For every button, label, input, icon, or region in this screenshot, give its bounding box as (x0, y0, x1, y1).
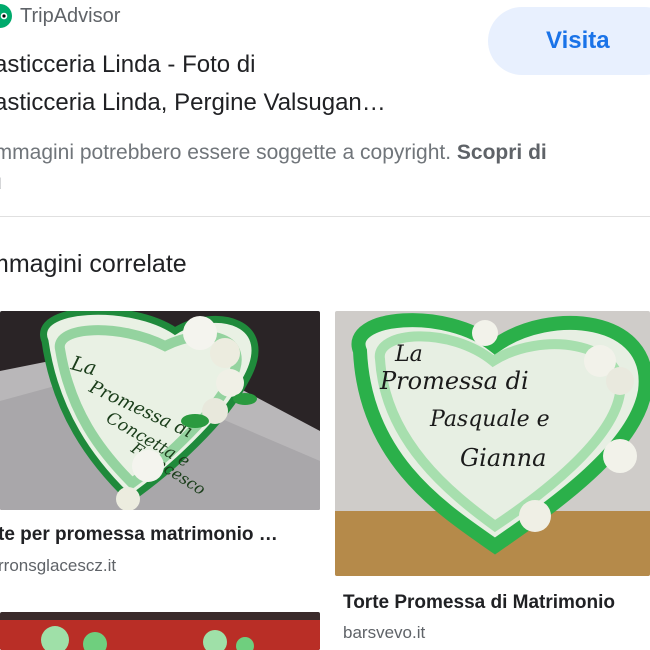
source-name: TripAdvisor (20, 4, 121, 27)
related-image-title: te per promessa matrimonio … (0, 524, 278, 545)
image-result-page: TripAdvisor Visita asticceria Linda - Fo… (0, 0, 650, 650)
svg-text:Promessa di: Promessa di (379, 367, 529, 395)
related-image-card-1[interactable]: La Promessa di Concetta e Francesco te p… (0, 311, 320, 581)
learn-more-link[interactable]: Scopri di (457, 141, 547, 164)
result-title-line2: asticceria Linda, Pergine Valsugan… (0, 89, 386, 116)
related-image-thumbnail[interactable] (0, 612, 320, 650)
related-image-card-2[interactable]: La Promessa di Pasquale e Gianna Torte P… (335, 311, 650, 650)
svg-text:La: La (394, 342, 423, 367)
svg-text:Pasquale e: Pasquale e (429, 407, 550, 432)
copyright-text: immagini potrebbero essere soggette a co… (0, 141, 457, 164)
result-title-line1: asticceria Linda - Foto di (0, 51, 256, 78)
related-image-card-3[interactable] (0, 612, 320, 650)
copyright-text-line2: ù (0, 168, 650, 198)
svg-text:Gianna: Gianna (460, 444, 546, 472)
visit-button-label: Visita (546, 27, 610, 54)
related-image-title: Torte Promessa di Matrimonio (343, 592, 616, 613)
related-images-heading: mmagini correlate (0, 250, 187, 278)
tripadvisor-owl-icon (0, 4, 12, 28)
related-image-source: rronsglacescz.it (0, 556, 117, 575)
related-image-thumbnail[interactable]: La Promessa di Concetta e Francesco (0, 311, 320, 510)
related-image-thumbnail[interactable]: La Promessa di Pasquale e Gianna (335, 311, 650, 576)
source-row[interactable]: TripAdvisor (0, 4, 120, 28)
copyright-notice: immagini potrebbero essere soggette a co… (0, 138, 650, 198)
result-title[interactable]: asticceria Linda - Foto di asticceria Li… (0, 46, 494, 122)
visit-button[interactable]: Visita (488, 7, 650, 75)
related-image-source: barsvevo.it (343, 623, 426, 642)
divider (0, 216, 650, 217)
